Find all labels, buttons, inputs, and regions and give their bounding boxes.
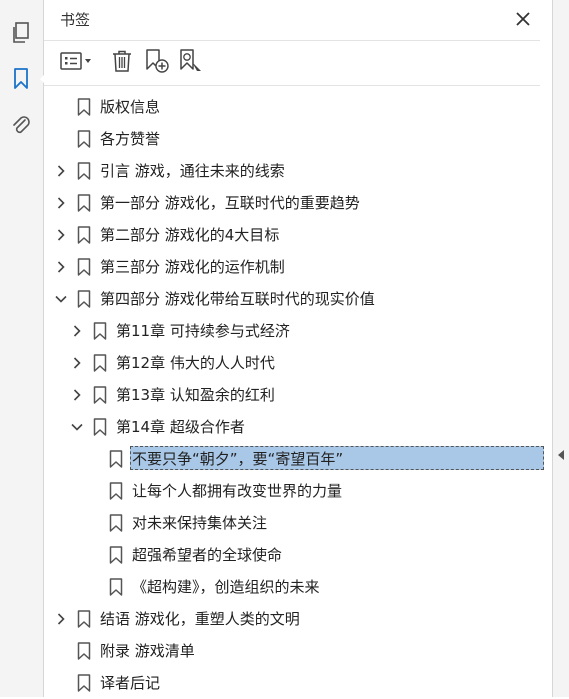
bookmark-label: 第11章 可持续参与式经济 xyxy=(116,322,290,340)
navigation-rail xyxy=(0,0,47,697)
chevron-right-icon[interactable] xyxy=(54,163,68,179)
bookmark-label: 第12章 伟大的人人时代 xyxy=(116,354,275,372)
bookmark-icon xyxy=(109,482,123,500)
bookmark-icon xyxy=(93,418,107,436)
new-bookmark-icon xyxy=(145,49,169,77)
bookmark-item[interactable]: 第14章 超级合作者 xyxy=(44,411,552,443)
right-panel-edge xyxy=(552,0,569,697)
bookmark-icon xyxy=(109,578,123,596)
chevron-right-icon[interactable] xyxy=(70,355,84,371)
bookmark-label: 译者后记 xyxy=(100,674,161,692)
bookmark-label: 第13章 认知盈余的红利 xyxy=(116,386,275,404)
close-icon[interactable] xyxy=(510,6,536,32)
bookmark-item[interactable]: 译者后记 xyxy=(44,667,552,699)
chevron-right-icon[interactable] xyxy=(70,323,84,339)
bookmark-label: 结语 游戏化，重塑人类的文明 xyxy=(100,610,300,628)
bookmark-icon xyxy=(109,546,123,564)
bookmark-icon xyxy=(109,450,123,468)
chevron-right-icon[interactable] xyxy=(70,387,84,403)
bookmark-label: 第14章 超级合作者 xyxy=(116,418,245,436)
trash-icon xyxy=(112,50,132,76)
bookmark-item[interactable]: 第12章 伟大的人人时代 xyxy=(44,347,552,379)
bookmark-label: 引言 游戏，通往未来的线索 xyxy=(100,162,285,180)
bookmark-item[interactable]: 不要只争“朝夕”，要“寄望百年” xyxy=(44,443,552,475)
bookmark-icon xyxy=(77,226,91,244)
bookmark-icon xyxy=(77,162,91,180)
options-menu-icon xyxy=(60,51,94,75)
bookmark-label: 超强希望者的全球使命 xyxy=(132,546,283,564)
bookmark-item[interactable]: 第三部分 游戏化的运作机制 xyxy=(44,251,552,283)
bookmark-icon xyxy=(77,98,91,116)
bookmark-icon xyxy=(77,674,91,692)
panel-header: 书签 xyxy=(44,0,552,40)
bookmark-label: 让每个人都拥有改变世界的力量 xyxy=(132,482,343,500)
bookmark-icon xyxy=(77,130,91,148)
bookmark-item[interactable]: 各方赞誉 xyxy=(44,123,552,155)
chevron-down-icon[interactable] xyxy=(70,419,84,435)
chevron-right-icon[interactable] xyxy=(54,227,68,243)
bookmark-item[interactable]: 附录 游戏清单 xyxy=(44,635,552,667)
pages-icon[interactable] xyxy=(6,18,36,48)
chevron-right-icon[interactable] xyxy=(54,259,68,275)
bookmark-item[interactable]: 第四部分 游戏化带给互联时代的现实价值 xyxy=(44,283,552,315)
bookmark-toolbar xyxy=(44,40,540,86)
bookmark-icon xyxy=(93,386,107,404)
collapse-arrow-icon[interactable] xyxy=(558,450,564,460)
bookmark-icon xyxy=(77,258,91,276)
chevron-right-icon[interactable] xyxy=(54,611,68,627)
bookmark-item[interactable]: 让每个人都拥有改变世界的力量 xyxy=(44,475,552,507)
bookmark-item[interactable]: 《超构建》，创造组织的未来 xyxy=(44,571,552,603)
bookmark-item[interactable]: 对未来保持集体关注 xyxy=(44,507,552,539)
new-bookmark-button[interactable] xyxy=(144,49,170,77)
find-bookmark-icon xyxy=(179,49,203,77)
bookmark-label: 第二部分 游戏化的4大目标 xyxy=(100,226,280,244)
delete-bookmark-button[interactable] xyxy=(110,49,134,77)
attachment-icon[interactable] xyxy=(6,110,36,140)
bookmark-label: 第三部分 游戏化的运作机制 xyxy=(100,258,285,276)
bookmark-icon xyxy=(93,322,107,340)
bookmark-icon[interactable] xyxy=(6,64,47,94)
bookmark-label: 第四部分 游戏化带给互联时代的现实价值 xyxy=(100,290,375,308)
bookmark-label: 附录 游戏清单 xyxy=(100,642,195,660)
find-bookmark-button[interactable] xyxy=(178,49,204,77)
bookmark-item[interactable]: 版权信息 xyxy=(44,91,552,123)
bookmark-icon xyxy=(77,610,91,628)
bookmark-label: 各方赞誉 xyxy=(100,130,161,148)
bookmark-label: 对未来保持集体关注 xyxy=(132,514,268,532)
bookmark-label: 第一部分 游戏化，互联时代的重要趋势 xyxy=(100,194,360,212)
bookmark-item[interactable]: 第一部分 游戏化，互联时代的重要趋势 xyxy=(44,187,552,219)
bookmarks-panel: 书签 版权信息 各方赞誉 引言 游戏，通往未来的线索 第一部分 游戏化，互联时代… xyxy=(44,0,552,697)
bookmark-item[interactable]: 超强希望者的全球使命 xyxy=(44,539,552,571)
bookmark-item[interactable]: 第13章 认知盈余的红利 xyxy=(44,379,552,411)
bookmark-icon xyxy=(77,642,91,660)
panel-title: 书签 xyxy=(60,11,91,29)
bookmark-icon xyxy=(77,290,91,308)
bookmark-icon xyxy=(77,194,91,212)
bookmark-item[interactable]: 结语 游戏化，重塑人类的文明 xyxy=(44,603,552,635)
options-menu-button[interactable] xyxy=(58,49,96,77)
bookmark-label: 版权信息 xyxy=(100,98,161,116)
bookmark-label: 不要只争“朝夕”，要“寄望百年” xyxy=(132,450,344,468)
bookmark-icon xyxy=(109,514,123,532)
bookmark-item[interactable]: 第二部分 游戏化的4大目标 xyxy=(44,219,552,251)
chevron-right-icon[interactable] xyxy=(54,195,68,211)
bookmark-label: 《超构建》，创造组织的未来 xyxy=(132,578,320,596)
bookmark-icon xyxy=(93,354,107,372)
bookmark-item[interactable]: 第11章 可持续参与式经济 xyxy=(44,315,552,347)
chevron-down-icon[interactable] xyxy=(54,291,68,307)
bookmark-item[interactable]: 引言 游戏，通往未来的线索 xyxy=(44,155,552,187)
